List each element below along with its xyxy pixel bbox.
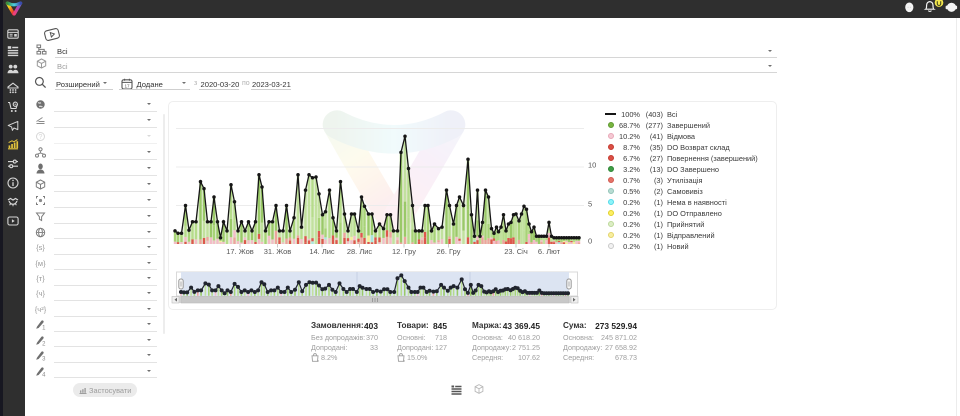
svg-text:x: x — [403, 357, 405, 361]
svg-text:{ч}: {ч} — [36, 289, 45, 298]
svg-text:?: ? — [39, 134, 43, 141]
svg-text:{ч²}: {ч²} — [35, 305, 46, 314]
svg-text:17: 17 — [124, 83, 130, 88]
svg-text:{м}: {м} — [35, 259, 46, 268]
svg-text:1: 1 — [42, 326, 46, 331]
svg-text:2: 2 — [42, 341, 46, 346]
svg-text:x: x — [317, 357, 319, 361]
svg-text:3: 3 — [42, 357, 46, 362]
svg-text:{т}: {т} — [36, 274, 45, 283]
svg-text:{s}: {s} — [36, 243, 45, 252]
svg-text:4: 4 — [42, 372, 46, 377]
